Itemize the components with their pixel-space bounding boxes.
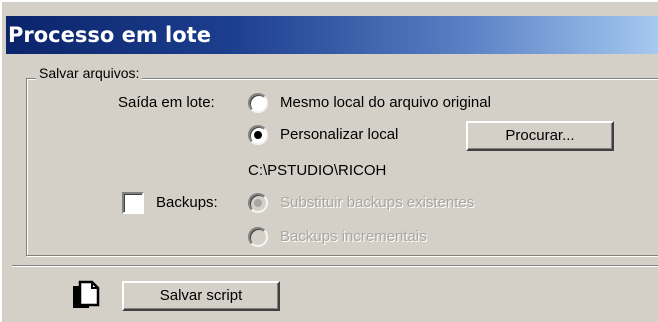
custom-location-radio[interactable]	[248, 125, 268, 145]
incremental-backups-label: Backups incrementais	[280, 228, 427, 245]
backups-checkbox[interactable]	[122, 192, 144, 214]
same-location-radio[interactable]	[248, 93, 268, 113]
custom-location-path: C:\PSTUDIO\RICOH	[248, 162, 387, 179]
replace-backups-label: Substituir backups existentes	[280, 194, 475, 211]
incremental-backups-radio[interactable]	[248, 227, 268, 247]
batch-output-label: Saída em lote:	[118, 94, 215, 111]
browse-button[interactable]: Procurar...	[466, 121, 614, 151]
same-location-label[interactable]: Mesmo local do arquivo original	[280, 94, 491, 111]
custom-location-label[interactable]: Personalizar local	[280, 126, 398, 143]
replace-backups-radio[interactable]	[248, 193, 268, 213]
footer-divider	[12, 265, 658, 267]
backups-label[interactable]: Backups:	[156, 194, 218, 211]
radio-selected-dot	[254, 199, 262, 207]
save-files-legend: Salvar arquivos:	[36, 65, 143, 81]
radio-selected-dot	[254, 131, 262, 139]
window-title: Processo em lote	[6, 16, 658, 54]
batch-process-dialog: Processo em lote Salvar arquivos: Saída …	[0, 0, 658, 322]
script-document-icon	[73, 280, 100, 308]
save-script-button[interactable]: Salvar script	[122, 281, 280, 311]
